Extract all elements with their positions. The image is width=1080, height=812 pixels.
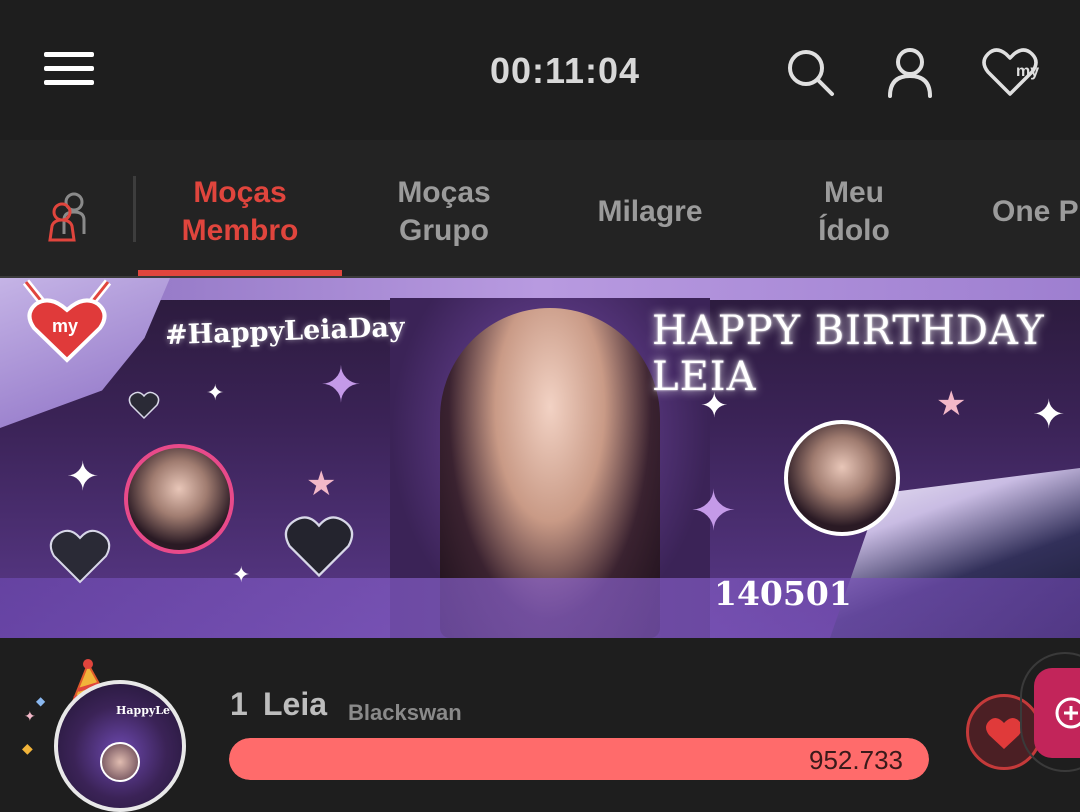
avatar[interactable]: HappyLe bbox=[54, 680, 186, 812]
vote-progress-bar: 952.733 bbox=[229, 738, 929, 780]
tab-label-line1: Moças bbox=[397, 176, 491, 209]
my-heart-icon[interactable]: my bbox=[978, 42, 1039, 102]
sparkle-icon: ✦ bbox=[700, 387, 729, 425]
my-heart-label: my bbox=[1016, 63, 1039, 80]
group-name: Blackswan bbox=[348, 700, 462, 725]
idol-name: Leia bbox=[263, 686, 328, 722]
confetti-icon: ✦ bbox=[24, 708, 36, 724]
sparkle-icon: ✦ bbox=[320, 357, 362, 413]
menu-icon[interactable] bbox=[44, 52, 96, 88]
floating-add-button[interactable] bbox=[1034, 668, 1080, 758]
tab-label-line2: Ídolo bbox=[818, 214, 890, 247]
glass-heart-icon bbox=[48, 526, 112, 591]
tab-label-line1: Milagre bbox=[597, 195, 703, 228]
my-heart-badge-icon: my bbox=[22, 278, 112, 368]
tab-label-line2: Grupo bbox=[399, 214, 489, 247]
banner-circle-photo-right bbox=[784, 420, 900, 536]
sparkle-icon: ✦ bbox=[66, 455, 100, 499]
star-icon: ★ bbox=[936, 385, 967, 423]
active-tab-indicator bbox=[138, 270, 342, 276]
vote-count: 952.733 bbox=[809, 745, 903, 775]
avatar-wrap: ✦ ◆ ◆ HappyLe bbox=[22, 658, 192, 812]
tab-milagre[interactable]: Milagre bbox=[570, 193, 730, 231]
glass-heart-icon bbox=[282, 512, 356, 585]
tab-divider bbox=[133, 176, 136, 242]
banner-hashtag: #HappyLeiaDay bbox=[164, 311, 406, 352]
banner-floor bbox=[0, 578, 1080, 638]
countdown-timer: 00:11:04 bbox=[489, 50, 641, 91]
tab-label-line1: Moças bbox=[193, 176, 287, 209]
confetti-icon: ◆ bbox=[36, 694, 46, 708]
sparkle-icon: ✦ bbox=[232, 562, 251, 587]
glass-heart-icon bbox=[128, 390, 160, 425]
birthday-banner[interactable]: my #HappyLeiaDay HAPPY BIRTHDAY LEIA 140… bbox=[0, 278, 1080, 638]
search-icon[interactable] bbox=[780, 42, 840, 102]
tab-label-line2: Membro bbox=[181, 214, 299, 247]
tab-one-pick[interactable]: One P bbox=[992, 193, 1080, 231]
tab-mocas-membro[interactable]: Moças Membro bbox=[160, 174, 320, 250]
sparkle-icon: ✦ bbox=[1032, 393, 1066, 437]
tab-mocas-grupo[interactable]: Moças Grupo bbox=[364, 174, 524, 250]
tab-meu-idolo[interactable]: Meu Ídolo bbox=[774, 174, 934, 250]
user-icon[interactable] bbox=[880, 42, 940, 102]
sparkle-icon: ✦ bbox=[690, 479, 737, 542]
tab-label-line1: Meu bbox=[824, 176, 884, 209]
top-bar: 00:11:04 my bbox=[0, 0, 1080, 140]
tab-label-line1: One P bbox=[992, 195, 1079, 228]
favorite-members-icon[interactable] bbox=[44, 188, 94, 242]
sparkle-icon: ✦ bbox=[206, 380, 225, 405]
avatar-caption: HappyLe bbox=[116, 704, 171, 717]
ranking-row[interactable]: ✦ ◆ ◆ HappyLe 1 Leia Blackswan 952.733 bbox=[0, 638, 1080, 812]
banner-circle-photo-left bbox=[124, 444, 234, 554]
avatar-inner-photo bbox=[100, 742, 140, 782]
category-tabs: Moças Membro Moças Grupo Milagre Meu Ído… bbox=[0, 140, 1080, 278]
plus-icon bbox=[1055, 697, 1080, 729]
star-icon: ★ bbox=[306, 465, 337, 503]
rank-number: 1 bbox=[230, 686, 248, 722]
confetti-icon: ◆ bbox=[22, 740, 33, 756]
badge-label: my bbox=[52, 316, 78, 336]
banner-date: 140501 bbox=[714, 574, 852, 613]
